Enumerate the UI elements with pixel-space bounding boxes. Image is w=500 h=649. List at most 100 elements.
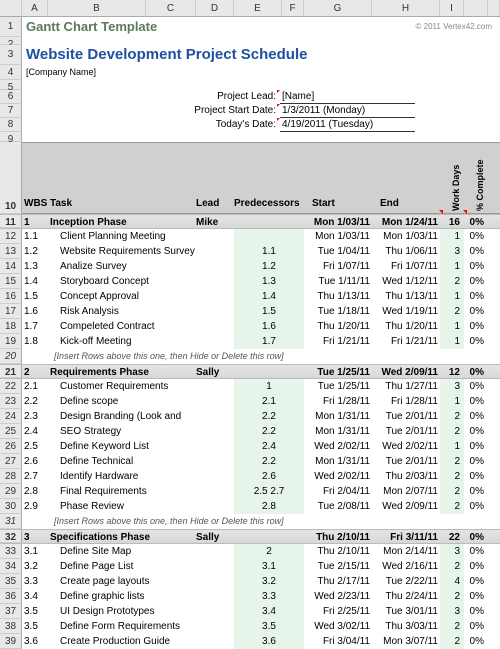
task-row[interactable]: 383.5Define Form Requirements3.5Wed 3/02… [0, 619, 500, 634]
start-cell[interactable]: Mon 1/31/11 [304, 424, 372, 439]
task-row[interactable]: 373.5UI Design Prototypes3.4Fri 2/25/11T… [0, 604, 500, 619]
workdays-cell[interactable]: 2 [440, 304, 464, 319]
lead-cell[interactable] [196, 379, 234, 394]
wbs-cell[interactable]: 1.4 [22, 274, 48, 289]
percent-cell[interactable]: 0% [464, 619, 488, 634]
wbs-cell[interactable]: 1.5 [22, 289, 48, 304]
workdays-cell[interactable]: 3 [440, 244, 464, 259]
wbs-cell[interactable]: 3.4 [22, 589, 48, 604]
end-cell[interactable]: Wed 2/02/11 [372, 439, 440, 454]
start-cell[interactable]: Fri 2/25/11 [304, 604, 372, 619]
percent-cell[interactable]: 0% [464, 469, 488, 484]
workdays-cell[interactable]: 3 [440, 379, 464, 394]
workdays-cell[interactable]: 1 [440, 334, 464, 349]
lead-cell[interactable] [196, 394, 234, 409]
end-cell[interactable]: Fri 3/11/11 [372, 530, 440, 543]
task-row[interactable]: 181.7Compeleted Contract1.6Thu 1/20/11Th… [0, 319, 500, 334]
lead-cell[interactable] [196, 259, 234, 274]
end-cell[interactable]: Thu 1/06/11 [372, 244, 440, 259]
workdays-cell[interactable]: 2 [440, 559, 464, 574]
workdays-cell[interactable]: 2 [440, 469, 464, 484]
task-row[interactable]: 141.3Analize Survey1.2Fri 1/07/11Fri 1/0… [0, 259, 500, 274]
percent-cell[interactable]: 0% [464, 334, 488, 349]
workdays-cell[interactable]: 2 [440, 484, 464, 499]
wbs-cell[interactable]: 3.1 [22, 544, 48, 559]
workdays-cell[interactable]: 3 [440, 544, 464, 559]
wbs-cell[interactable]: 2.8 [22, 484, 48, 499]
predecessor-cell[interactable]: 2.2 [234, 409, 304, 424]
task-cell[interactable]: SEO Strategy [48, 424, 196, 439]
workdays-cell[interactable]: 1 [440, 439, 464, 454]
task-row[interactable]: 161.5Concept Approval1.4Thu 1/13/11Thu 1… [0, 289, 500, 304]
start-cell[interactable]: Fri 1/28/11 [304, 394, 372, 409]
insert-hint-row[interactable]: 31[Insert Rows above this one, then Hide… [0, 514, 500, 529]
workdays-cell[interactable]: 16 [440, 215, 464, 228]
percent-cell[interactable]: 0% [464, 589, 488, 604]
start-cell[interactable]: Tue 1/25/11 [304, 379, 372, 394]
task-cell[interactable]: Define Keyword List [48, 439, 196, 454]
lead-cell[interactable] [196, 544, 234, 559]
predecessor-cell[interactable] [234, 365, 304, 378]
lead-cell[interactable]: Sally [196, 530, 234, 543]
task-row[interactable]: 282.7Identify Hardware2.6Wed 2/02/11Thu … [0, 469, 500, 484]
task-cell[interactable]: Define Form Requirements [48, 619, 196, 634]
end-cell[interactable]: Tue 2/01/11 [372, 454, 440, 469]
task-row[interactable]: 232.2Define scope2.1Fri 1/28/11Fri 1/28/… [0, 394, 500, 409]
wbs-cell[interactable]: 1.7 [22, 319, 48, 334]
start-cell[interactable]: Fri 1/21/11 [304, 334, 372, 349]
predecessor-cell[interactable]: 3.1 [234, 559, 304, 574]
lead-cell[interactable] [196, 589, 234, 604]
predecessor-cell[interactable]: 2.8 [234, 499, 304, 514]
percent-cell[interactable]: 0% [464, 424, 488, 439]
wbs-cell[interactable]: 2.7 [22, 469, 48, 484]
task-cell[interactable]: Customer Requirements [48, 379, 196, 394]
task-row[interactable]: 242.3Design Branding (Look and2.2Mon 1/3… [0, 409, 500, 424]
end-cell[interactable]: Fri 1/07/11 [372, 259, 440, 274]
insert-hint-row[interactable]: 20[Insert Rows above this one, then Hide… [0, 349, 500, 364]
workdays-cell[interactable]: 1 [440, 319, 464, 334]
predecessor-cell[interactable]: 3.2 [234, 574, 304, 589]
workdays-cell[interactable]: 4 [440, 574, 464, 589]
workdays-cell[interactable]: 1 [440, 259, 464, 274]
start-cell[interactable]: Tue 1/11/11 [304, 274, 372, 289]
start-cell[interactable]: Tue 2/08/11 [304, 499, 372, 514]
workdays-cell[interactable]: 2 [440, 499, 464, 514]
start-cell[interactable]: Fri 1/07/11 [304, 259, 372, 274]
start-cell[interactable]: Wed 2/02/11 [304, 439, 372, 454]
wbs-cell[interactable]: 2.6 [22, 454, 48, 469]
predecessor-cell[interactable]: 1.3 [234, 274, 304, 289]
percent-cell[interactable]: 0% [464, 289, 488, 304]
workdays-cell[interactable]: 2 [440, 619, 464, 634]
percent-cell[interactable]: 0% [464, 274, 488, 289]
predecessor-cell[interactable]: 1.4 [234, 289, 304, 304]
percent-cell[interactable]: 0% [464, 634, 488, 649]
task-row[interactable]: 121.1Client Planning MeetingMon 1/03/11M… [0, 229, 500, 244]
task-row[interactable]: 343.2Define Page List3.1Tue 2/15/11Wed 2… [0, 559, 500, 574]
lead-cell[interactable] [196, 454, 234, 469]
wbs-cell[interactable]: 1.3 [22, 259, 48, 274]
predecessor-cell[interactable]: 2.4 [234, 439, 304, 454]
wbs-cell[interactable]: 1 [22, 215, 48, 228]
predecessor-cell[interactable]: 1 [234, 379, 304, 394]
end-cell[interactable]: Tue 2/22/11 [372, 574, 440, 589]
percent-cell[interactable]: 0% [464, 394, 488, 409]
project-lead-value[interactable]: [Name] [280, 90, 415, 104]
start-cell[interactable]: Wed 2/23/11 [304, 589, 372, 604]
wbs-cell[interactable]: 2.2 [22, 394, 48, 409]
lead-cell[interactable] [196, 289, 234, 304]
task-cell[interactable]: Define Page List [48, 559, 196, 574]
end-cell[interactable]: Thu 1/27/11 [372, 379, 440, 394]
wbs-cell[interactable]: 2.5 [22, 439, 48, 454]
end-cell[interactable]: Thu 1/13/11 [372, 289, 440, 304]
workdays-cell[interactable]: 12 [440, 365, 464, 378]
lead-cell[interactable]: Mike [196, 215, 234, 228]
percent-cell[interactable]: 0% [464, 215, 488, 228]
end-cell[interactable]: Wed 2/09/11 [372, 499, 440, 514]
predecessor-cell[interactable]: 1.5 [234, 304, 304, 319]
percent-cell[interactable]: 0% [464, 319, 488, 334]
end-cell[interactable]: Mon 3/07/11 [372, 634, 440, 649]
task-row[interactable]: 292.8Final Requirements2.5 2.7Fri 2/04/1… [0, 484, 500, 499]
lead-cell[interactable] [196, 499, 234, 514]
wbs-cell[interactable]: 1.2 [22, 244, 48, 259]
lead-cell[interactable] [196, 319, 234, 334]
